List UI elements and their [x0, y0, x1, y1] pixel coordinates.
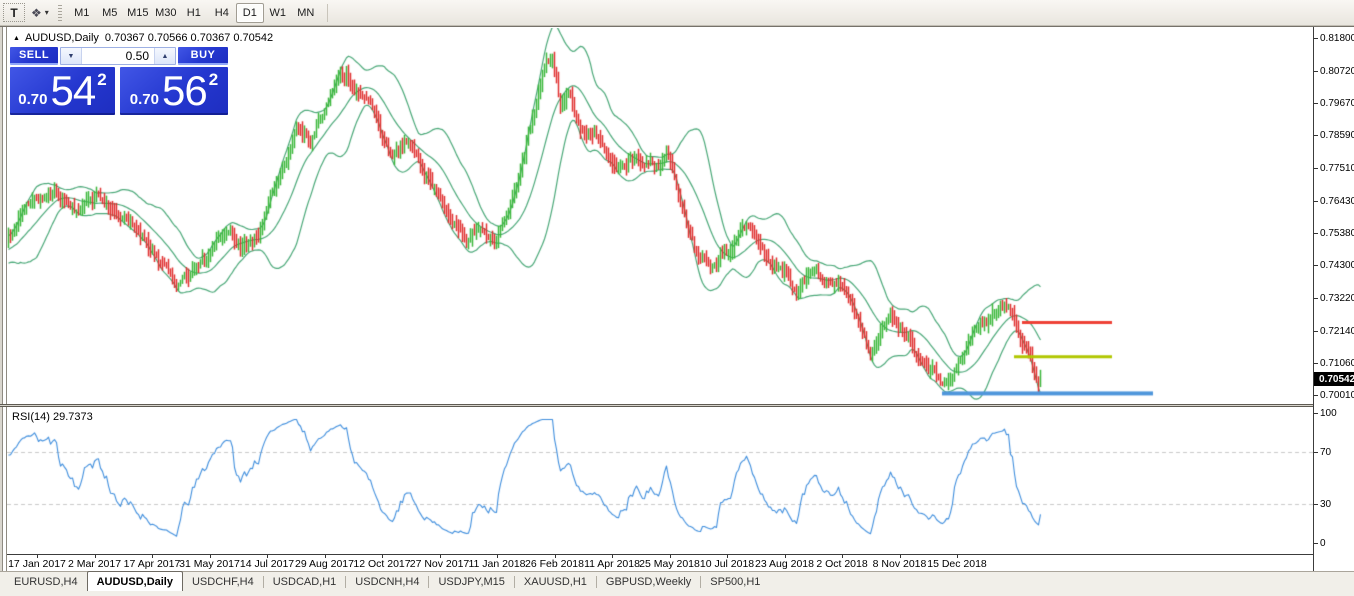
- current-price-tag: 0.70542: [1314, 372, 1354, 386]
- tab-item-xauusd-h1[interactable]: XAUUSD,H1: [515, 572, 596, 591]
- one-click-trading-panel: SELL ▼ ▲ BUY 0.70542 0.70562: [10, 47, 228, 115]
- metatrader-window: T ❖ ▾ M1M5M15M30H1H4D1W1MN ▲ AUDUSD,Daily…: [0, 0, 1354, 596]
- date-label: 2 Oct 2018: [816, 558, 867, 570]
- date-label: 11 Apr 2018: [584, 558, 640, 570]
- chart-title: ▲ AUDUSD,Daily 0.70367 0.70566 0.70367 0.7…: [13, 32, 273, 44]
- price-axis-label: 0.81800: [1314, 32, 1354, 44]
- toolbar: T ❖ ▾ M1M5M15M30H1H4D1W1MN: [0, 0, 1354, 26]
- date-label: 17 Apr 2017: [124, 558, 181, 570]
- main-chart-pane[interactable]: ▲ AUDUSD,Daily 0.70367 0.70566 0.70367 0.7…: [7, 28, 1313, 405]
- rsi-canvas[interactable]: [7, 407, 1313, 554]
- price-axis-label: 0.78590: [1314, 129, 1354, 141]
- chart-tab-bar: EURUSD,H4AUDUSD,DailyUSDCHF,H4USDCAD,H1U…: [0, 571, 1354, 591]
- tab-item-audusd-daily[interactable]: AUDUSD,Daily: [87, 571, 183, 591]
- tab-item-eurusd-h4[interactable]: EURUSD,H4: [5, 572, 87, 591]
- volume-spinner: ▼ ▲: [60, 47, 176, 65]
- sell-price-box[interactable]: 0.70542: [10, 67, 115, 115]
- price-axis-label: 0.70010: [1314, 389, 1354, 401]
- tab-item-usdchf-h4[interactable]: USDCHF,H4: [183, 572, 263, 591]
- timeframe-button-h1[interactable]: H1: [180, 3, 208, 23]
- timeframe-button-h4[interactable]: H4: [208, 3, 236, 23]
- buy-price-prefix: 0.70: [130, 91, 159, 108]
- date-label: 29 Aug 2017: [295, 558, 354, 570]
- buy-button[interactable]: BUY: [178, 47, 228, 65]
- cursor-style-icon: ❖: [31, 6, 42, 20]
- timeframe-button-m5[interactable]: M5: [96, 3, 124, 23]
- date-label: 2 Mar 2017: [68, 558, 121, 570]
- price-axis-label: 0.75380: [1314, 227, 1354, 239]
- cursor-style-tool-button[interactable]: ❖ ▾: [28, 3, 52, 22]
- date-label: 10 Jul 2018: [700, 558, 754, 570]
- tab-item-usdcad-h1[interactable]: USDCAD,H1: [264, 572, 346, 591]
- buy-price-pipette: 2: [209, 70, 218, 115]
- buy-price-big-digits: 56: [162, 67, 207, 115]
- date-label: 27 Nov 2017: [410, 558, 470, 570]
- price-axis-label: 0.79670: [1314, 97, 1354, 109]
- rsi-scale-label: 30: [1314, 498, 1331, 510]
- date-label: 26 Feb 2018: [525, 558, 584, 570]
- tab-item-usdjpy-m15[interactable]: USDJPY,M15: [429, 572, 513, 591]
- toolbar-grip[interactable]: [58, 5, 62, 21]
- date-label: 11 Jan 2018: [468, 558, 525, 570]
- date-label: 23 Aug 2018: [755, 558, 814, 570]
- rsi-indicator-pane[interactable]: RSI(14) 29.7373: [7, 407, 1313, 554]
- date-label: 25 May 2018: [639, 558, 700, 570]
- timeframe-button-mn[interactable]: MN: [292, 3, 320, 23]
- timeframe-button-group: M1M5M15M30H1H4D1W1MN: [68, 3, 320, 23]
- price-axis-label: 0.74300: [1314, 259, 1354, 271]
- collapse-arrow-icon[interactable]: ▲: [13, 35, 20, 42]
- price-axis-label: 0.76430: [1314, 195, 1354, 207]
- rsi-scale-label: 100: [1314, 407, 1337, 419]
- buy-price-box[interactable]: 0.70562: [120, 67, 228, 115]
- timeframe-button-m15[interactable]: M15: [124, 3, 152, 23]
- toolbar-separator: [327, 4, 328, 22]
- volume-input[interactable]: [82, 48, 154, 64]
- tab-item-usdcnh-h4[interactable]: USDCNH,H4: [346, 572, 428, 591]
- date-label: 17 Jan 2017: [8, 558, 66, 570]
- date-label: 8 Nov 2018: [873, 558, 927, 570]
- price-axis-label: 0.77510: [1314, 162, 1354, 174]
- sell-button[interactable]: SELL: [10, 47, 58, 65]
- tab-item-sp500-h1[interactable]: SP500,H1: [701, 572, 769, 591]
- text-tool-button[interactable]: T: [3, 3, 25, 22]
- price-axis-label: 0.71060: [1314, 357, 1354, 369]
- timeframe-button-m30[interactable]: M30: [152, 3, 180, 23]
- rsi-indicator-label: RSI(14) 29.7373: [12, 411, 93, 423]
- timeframe-button-m1[interactable]: M1: [68, 3, 96, 23]
- volume-decrease-button[interactable]: ▼: [61, 48, 82, 64]
- chart-window: ▲ AUDUSD,Daily 0.70367 0.70566 0.70367 0.7…: [0, 26, 1354, 571]
- date-axis[interactable]: 17 Jan 20172 Mar 201717 Apr 201731 May 2…: [7, 554, 1313, 572]
- chevron-down-icon: ▾: [45, 8, 49, 17]
- chart-left-frame: [0, 27, 7, 572]
- timeframe-button-w1[interactable]: W1: [264, 3, 292, 23]
- date-label: 31 May 2017: [179, 558, 240, 570]
- chart-ohlc-values: 0.70367 0.70566 0.70367 0.70542: [105, 32, 273, 44]
- rsi-scale-label: 70: [1314, 446, 1331, 458]
- date-label: 15 Dec 2018: [927, 558, 987, 570]
- sell-price-big-digits: 54: [51, 67, 96, 115]
- sell-price-prefix: 0.70: [18, 91, 47, 108]
- price-axis-label: 0.73220: [1314, 292, 1354, 304]
- bottom-strip: [0, 591, 1354, 596]
- timeframe-button-d1[interactable]: D1: [236, 3, 264, 23]
- tab-item-gbpusd-weekly[interactable]: GBPUSD,Weekly: [597, 572, 700, 591]
- price-axis-label: 0.72140: [1314, 325, 1354, 337]
- price-axis[interactable]: 0.70542 0.81800 0.80720 0.79670 0.78590 0.77…: [1313, 27, 1354, 572]
- sell-price-pipette: 2: [97, 70, 106, 115]
- price-axis-label: 0.80720: [1314, 65, 1354, 77]
- date-label: 12 Oct 2017: [353, 558, 410, 570]
- chart-symbol-label: AUDUSD,Daily: [25, 32, 99, 44]
- date-label: 14 Jul 2017: [240, 558, 294, 570]
- volume-increase-button[interactable]: ▲: [154, 48, 175, 64]
- rsi-scale-label: 0: [1314, 537, 1326, 549]
